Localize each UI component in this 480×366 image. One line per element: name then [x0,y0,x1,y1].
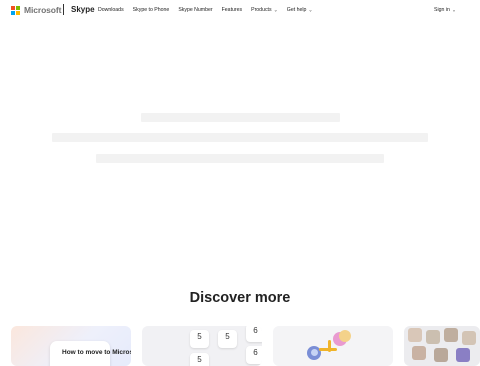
nav-get-help-label: Get help [286,7,307,13]
nav-products-label: Products [251,7,272,13]
dialpad-key-label: 5 [225,332,230,341]
nav-features-label: Features [221,7,243,13]
microsoft-logo[interactable]: Microsoft [11,5,61,15]
header-divider [63,4,64,15]
discover-card-dialpad[interactable]: 5 5 6 5 6 [142,326,262,366]
participant-tile [426,330,440,344]
participant-tile [408,328,422,342]
discover-more-heading: Discover more [189,290,291,306]
loading-placeholder-2 [52,133,428,142]
main-nav: Downloads Skype to Phone Skype Number Fe… [98,7,322,14]
microsoft-wordmark: Microsoft [24,5,62,15]
nav-skype-number-label: Skype Number [178,7,213,13]
chevron-down-icon: ⌄ [451,7,457,14]
participant-tile [412,346,426,360]
face-icon [311,349,318,356]
discover-card-move-to-microsoft[interactable]: How to move to Microsoft [11,326,131,366]
microsoft-logo-icon [11,5,20,15]
dialpad-key: 5 [190,330,209,348]
dialpad-key: 5 [218,330,237,348]
nav-products[interactable]: Products ⌄ [251,7,278,14]
nav-downloads-label: Downloads [98,7,124,13]
nav-skype-to-phone-label: Skype to Phone [132,7,170,13]
participant-tile [444,328,458,342]
skype-brand-link[interactable]: Skype [71,5,95,14]
dialpad-key-label: 6 [253,348,258,357]
dialpad-key: 6 [246,326,262,342]
loading-placeholder-3 [96,154,384,163]
nav-skype-to-phone[interactable]: Skype to Phone [133,7,170,13]
nav-skype-number[interactable]: Skype Number [178,7,212,13]
dialpad-key: 6 [246,346,262,364]
discover-card-chat[interactable] [273,326,393,366]
loading-placeholder-1 [141,113,340,122]
chevron-down-icon: ⌄ [308,7,313,14]
dialpad-key-label: 6 [253,326,258,335]
connector-line [328,340,331,352]
card-title: How to move to Microsoft [62,349,131,356]
chevron-down-icon: ⌄ [273,7,278,14]
nav-features[interactable]: Features [222,7,242,13]
dialpad-key-label: 5 [197,332,202,341]
avatar-bubble-icon [339,330,351,342]
sign-in-label: Sign in [434,7,450,13]
nav-get-help[interactable]: Get help ⌄ [286,7,313,14]
site-header: Microsoft Skype Downloads Skype to Phone… [0,0,480,22]
card-panel: How to move to Microsoft [50,341,131,366]
participant-tile [462,331,476,345]
nav-downloads[interactable]: Downloads [98,7,124,13]
discover-card-video-call[interactable] [404,326,480,366]
sign-in-button[interactable]: Sign in ⌄ [434,7,457,14]
